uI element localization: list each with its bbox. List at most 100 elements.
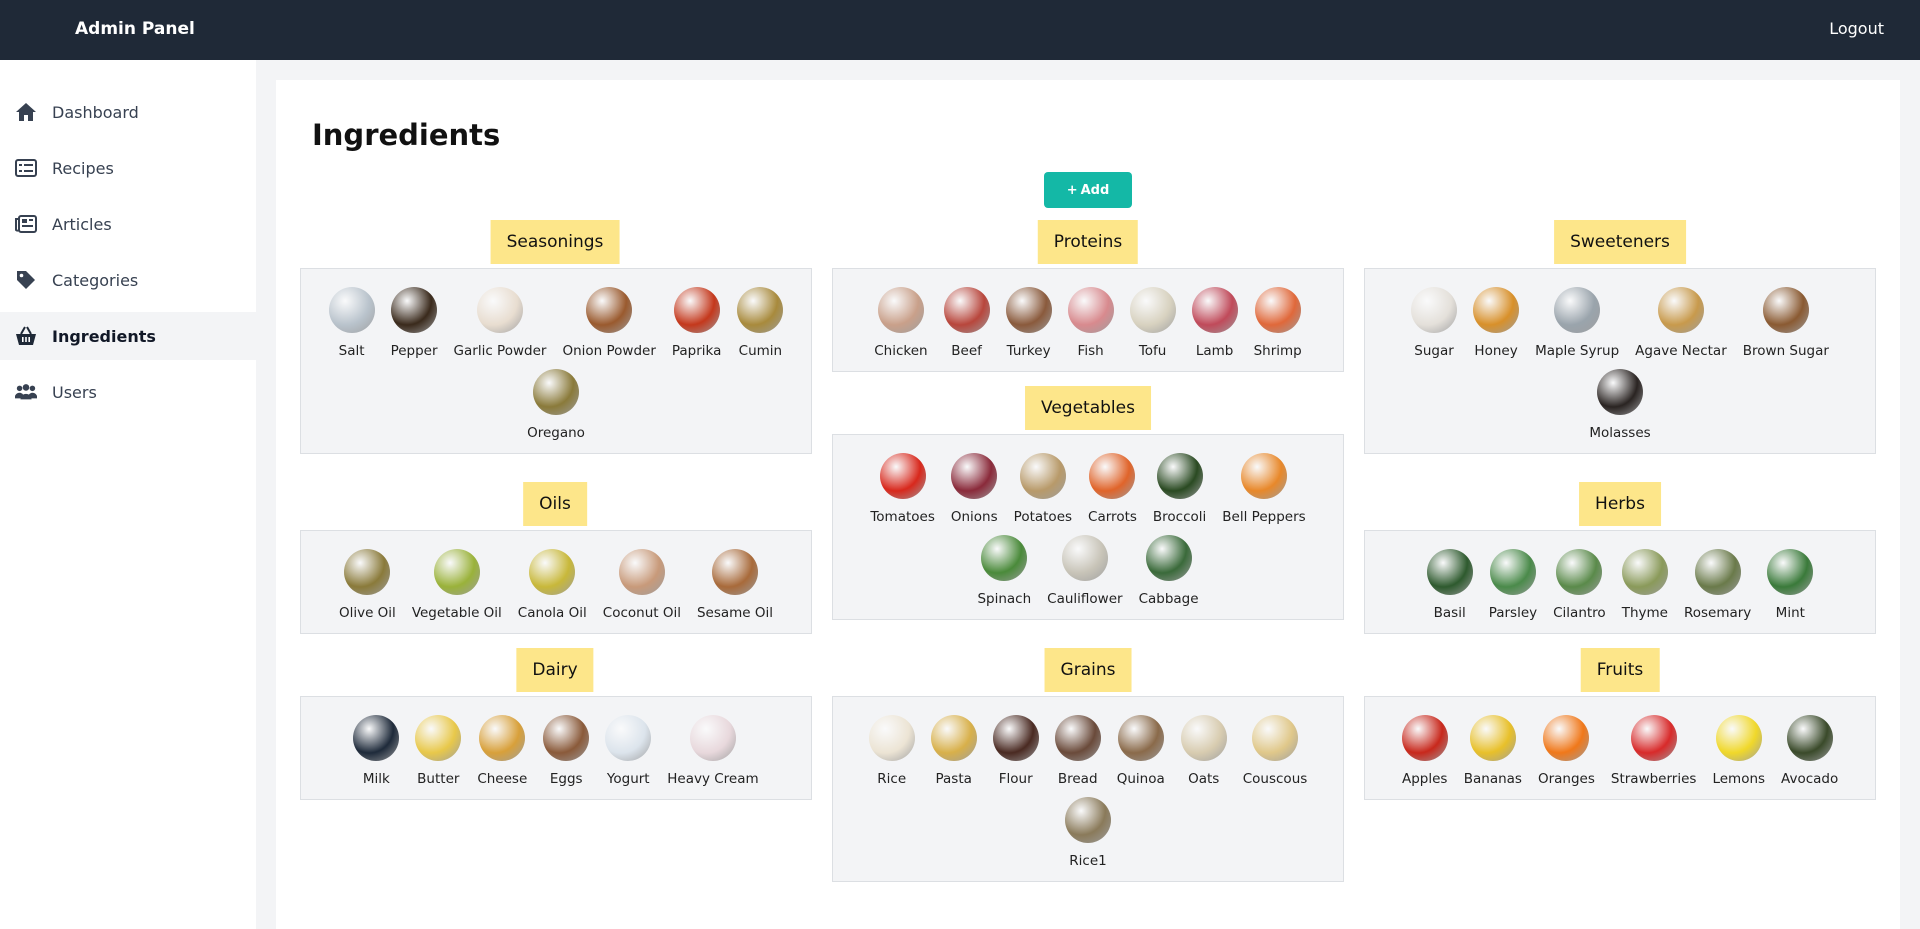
sidebar-item-label: Ingredients <box>52 326 156 346</box>
ingredient-item[interactable]: Vegetable Oil <box>406 549 508 621</box>
ingredient-image <box>1019 453 1066 499</box>
category-grains: Rice Pasta Flour Bread Quinoa Oats Couscous Ric… <box>832 696 1344 882</box>
ingredient-image <box>433 549 480 595</box>
ingredient-item[interactable]: Onion Powder <box>556 287 661 359</box>
ingredient-item[interactable]: Flour <box>987 715 1045 787</box>
ingredient-item[interactable]: Rice1 <box>1059 797 1117 869</box>
ingredient-item[interactable]: Chicken <box>868 287 933 359</box>
ingredient-item[interactable]: Paprika <box>666 287 728 359</box>
ingredient-item[interactable]: Cabbage <box>1133 535 1205 607</box>
ingredient-item[interactable]: Heavy Cream <box>661 715 764 787</box>
sidebar-item-categories[interactable]: Categories <box>0 256 256 304</box>
ingredient-item[interactable]: Shrimp <box>1248 287 1308 359</box>
ingredient-item[interactable]: Quinoa <box>1111 715 1171 787</box>
ingredient-name: Milk <box>362 771 390 787</box>
ingredient-item[interactable]: Maple Syrup <box>1529 287 1625 359</box>
ingredient-image <box>930 715 977 761</box>
ingredient-item[interactable]: Eggs <box>537 715 595 787</box>
ingredient-item[interactable]: Broccoli <box>1147 453 1212 525</box>
page-title: Ingredients <box>312 118 501 152</box>
ingredient-image <box>1543 715 1590 761</box>
ingredient-image <box>1473 287 1520 333</box>
ingredient-item[interactable]: Oranges <box>1532 715 1601 787</box>
ingredient-item[interactable]: Sugar <box>1405 287 1463 359</box>
ingredient-name: Cheese <box>477 771 528 787</box>
ingredient-item[interactable]: Tomatoes <box>864 453 941 525</box>
ingredient-item[interactable]: Bread <box>1049 715 1107 787</box>
logout-link[interactable]: Logout <box>1829 19 1884 38</box>
ingredient-item[interactable]: Pepper <box>385 287 444 359</box>
ingredient-item[interactable]: Rosemary <box>1678 549 1757 621</box>
ingredient-item[interactable]: Potatoes <box>1008 453 1078 525</box>
ingredient-item[interactable]: Oats <box>1175 715 1233 787</box>
ingredient-item[interactable]: Brown Sugar <box>1737 287 1835 359</box>
ingredient-item[interactable]: Onions <box>945 453 1004 525</box>
ingredient-name: Strawberries <box>1610 771 1697 787</box>
ingredient-item[interactable]: Cauliflower <box>1041 535 1128 607</box>
ingredient-image <box>605 715 652 761</box>
ingredient-item[interactable]: Beef <box>938 287 996 359</box>
ingredient-item[interactable]: Agave Nectar <box>1629 287 1733 359</box>
ingredient-item[interactable]: Apples <box>1396 715 1454 787</box>
ingredient-item[interactable]: Honey <box>1467 287 1525 359</box>
ingredient-name: Lemons <box>1712 771 1766 787</box>
list-icon <box>15 158 37 178</box>
ingredient-image <box>877 287 924 333</box>
ingredient-item[interactable]: Turkey <box>1000 287 1058 359</box>
ingredient-image <box>1252 715 1298 761</box>
ingredient-name: Lamb <box>1195 343 1234 359</box>
ingredient-name: Oregano <box>527 425 585 441</box>
sidebar-item-articles[interactable]: Articles <box>0 200 256 248</box>
sidebar-item-users[interactable]: Users <box>0 368 256 416</box>
ingredient-item[interactable]: Canola Oil <box>512 549 593 621</box>
sidebar-item-label: Users <box>52 382 97 402</box>
ingredient-item[interactable]: Cumin <box>731 287 789 359</box>
ingredient-item[interactable]: Tofu <box>1124 287 1182 359</box>
ingredient-item[interactable]: Rice <box>863 715 921 787</box>
ingredient-item[interactable]: Pasta <box>925 715 983 787</box>
ingredient-item[interactable]: Bell Peppers <box>1216 453 1311 525</box>
ingredient-image <box>1054 715 1101 761</box>
ingredient-item[interactable]: Spinach <box>971 535 1037 607</box>
ingredient-item[interactable]: Cheese <box>471 715 533 787</box>
ingredient-item[interactable]: Lamb <box>1186 287 1244 359</box>
ingredient-item[interactable]: Cilantro <box>1547 549 1612 621</box>
sidebar-item-recipes[interactable]: Recipes <box>0 144 256 192</box>
ingredient-item[interactable]: Olive Oil <box>333 549 402 621</box>
ingredient-item[interactable]: Basil <box>1421 549 1479 621</box>
ingredient-item[interactable]: Avocado <box>1775 715 1844 787</box>
ingredient-name: Shrimp <box>1253 343 1302 359</box>
ingredient-item[interactable]: Butter <box>409 715 467 787</box>
ingredient-image <box>673 287 720 333</box>
ingredient-item[interactable]: Milk <box>347 715 405 787</box>
ingredient-item[interactable]: Coconut Oil <box>597 549 687 621</box>
ingredient-item[interactable]: Molasses <box>1583 369 1656 441</box>
ingredient-name: Broccoli <box>1152 509 1207 525</box>
ingredient-item[interactable]: Salt <box>323 287 381 359</box>
ingredient-item[interactable]: Garlic Powder <box>448 287 553 359</box>
ingredient-item[interactable]: Thyme <box>1616 549 1674 621</box>
sidebar: Dashboard Recipes Articles Categories In… <box>0 60 256 929</box>
ingredient-name: Onions <box>950 509 998 525</box>
ingredient-item[interactable]: Mint <box>1761 549 1819 621</box>
sidebar-item-dashboard[interactable]: Dashboard <box>0 88 256 136</box>
sidebar-item-ingredients[interactable]: Ingredients <box>0 312 256 360</box>
ingredient-name: Cauliflower <box>1047 591 1123 607</box>
ingredient-item[interactable]: Yogurt <box>599 715 657 787</box>
ingredient-item[interactable]: Lemons <box>1706 715 1771 787</box>
ingredient-image <box>1061 535 1108 581</box>
ingredient-item[interactable]: Sesame Oil <box>691 549 779 621</box>
ingredient-item[interactable]: Couscous <box>1237 715 1314 787</box>
ingredient-item[interactable]: Carrots <box>1082 453 1143 525</box>
ingredient-image <box>529 549 576 595</box>
ingredient-item[interactable]: Strawberries <box>1605 715 1703 787</box>
ingredient-item[interactable]: Parsley <box>1483 549 1543 621</box>
ingredient-item[interactable]: Fish <box>1062 287 1120 359</box>
sidebar-item-label: Recipes <box>52 158 114 178</box>
ingredient-name: Basil <box>1433 605 1466 621</box>
ingredient-item[interactable]: Bananas <box>1458 715 1528 787</box>
ingredient-item[interactable]: Oregano <box>521 369 591 441</box>
add-ingredient-button[interactable]: + Add <box>1044 172 1132 208</box>
ingredient-name: Bell Peppers <box>1222 509 1306 525</box>
ingredient-image <box>943 287 990 333</box>
